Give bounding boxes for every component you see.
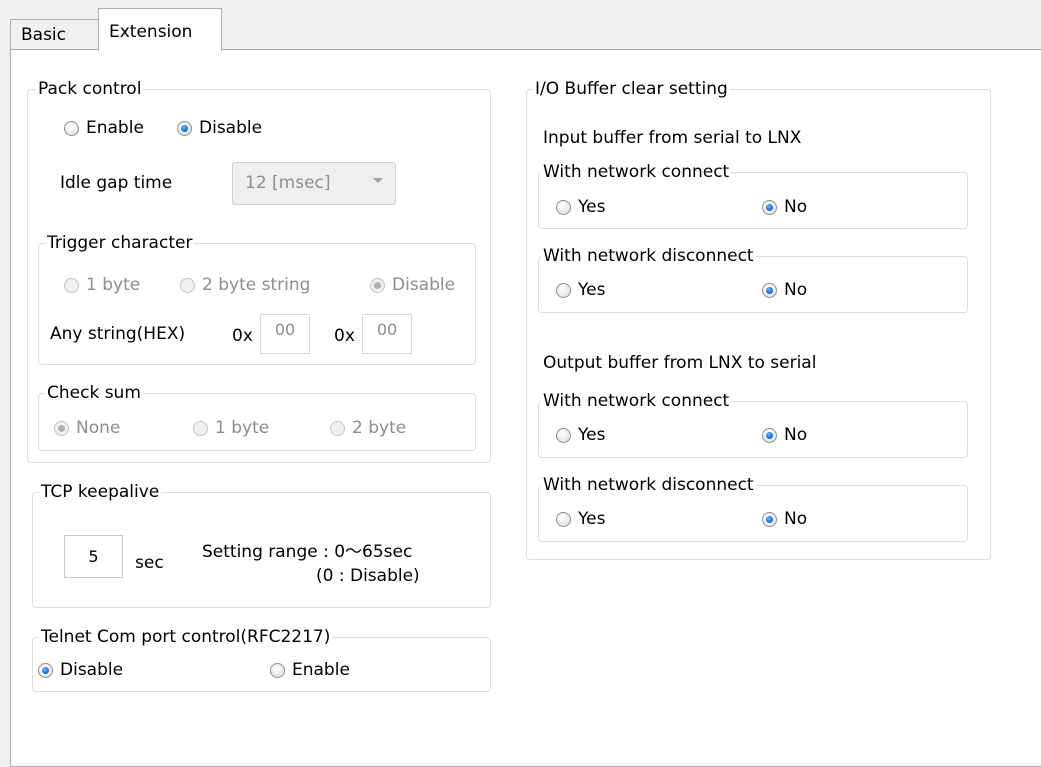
trigger-disable-label: Disable	[392, 275, 456, 295]
radio-unchecked-icon	[330, 420, 345, 436]
pack-control-enable-label: Enable	[86, 118, 144, 138]
radio-unchecked-icon	[64, 277, 79, 293]
telnet-enable-label: Enable	[292, 660, 350, 680]
input-disconnect-no-label: No	[784, 280, 808, 300]
trigger-disable-radio[interactable]: Disable	[370, 275, 455, 295]
radio-checked-icon	[54, 420, 69, 436]
radio-unchecked-icon	[556, 199, 571, 215]
checksum-1byte-radio[interactable]: 1 byte	[193, 418, 269, 438]
input-connect-yes-radio[interactable]: Yes	[556, 197, 605, 217]
keepalive-value: 5	[88, 547, 99, 566]
checksum-2byte-label: 2 byte	[352, 418, 407, 438]
output-connect-yes-label: Yes	[578, 425, 606, 445]
radio-unchecked-icon	[556, 282, 571, 298]
pack-control-disable-radio[interactable]: Disable	[177, 118, 262, 138]
radio-unchecked-icon	[556, 511, 571, 527]
output-buffer-heading: Output buffer from LNX to serial	[543, 353, 817, 373]
hex-input-2-value: 00	[376, 320, 398, 339]
tab-basic[interactable]: Basic	[10, 19, 100, 50]
hex-input-1-value: 00	[274, 320, 296, 339]
input-connect-no-label: No	[784, 197, 808, 217]
radio-checked-icon	[177, 120, 192, 136]
input-connect-yes-label: Yes	[578, 197, 606, 217]
pack-control-title: Pack control	[36, 78, 144, 100]
telnet-title: Telnet Com port control(RFC2217)	[39, 626, 333, 648]
checksum-1byte-label: 1 byte	[215, 418, 270, 438]
output-disconnect-yes-label: Yes	[578, 509, 606, 529]
input-buffer-heading: Input buffer from serial to LNX	[543, 128, 802, 148]
input-disconnect-yes-label: Yes	[578, 280, 606, 300]
output-disconnect-no-radio[interactable]: No	[762, 509, 807, 529]
pack-control-disable-label: Disable	[199, 118, 263, 138]
input-connect-title: With network connect	[541, 161, 732, 183]
checksum-2byte-radio[interactable]: 2 byte	[330, 418, 406, 438]
hex-prefix-1: 0x	[232, 326, 253, 346]
radio-checked-icon	[762, 282, 777, 298]
tcp-keepalive-title: TCP keepalive	[39, 481, 162, 503]
input-disconnect-yes-radio[interactable]: Yes	[556, 280, 605, 300]
input-connect-no-radio[interactable]: No	[762, 197, 807, 217]
idle-gap-label: Idle gap time	[60, 173, 173, 193]
trigger-character-title: Trigger character	[45, 232, 195, 254]
chevron-down-icon	[373, 178, 383, 183]
output-connect-no-radio[interactable]: No	[762, 425, 807, 445]
check-sum-title: Check sum	[45, 382, 143, 404]
output-disconnect-no-label: No	[784, 509, 808, 529]
checksum-none-label: None	[76, 418, 121, 438]
input-disconnect-no-radio[interactable]: No	[762, 280, 807, 300]
radio-unchecked-icon	[270, 662, 285, 678]
radio-checked-icon	[370, 277, 385, 293]
io-buffer-title: I/O Buffer clear setting	[533, 78, 730, 100]
output-disconnect-yes-radio[interactable]: Yes	[556, 509, 605, 529]
hex-input-2[interactable]: 00	[362, 314, 412, 354]
radio-checked-icon	[762, 199, 777, 215]
any-string-label: Any string(HEX)	[50, 324, 186, 344]
radio-checked-icon	[38, 662, 53, 678]
telnet-disable-label: Disable	[60, 660, 124, 680]
input-disconnect-title: With network disconnect	[541, 245, 756, 267]
setting-range-note: (0 : Disable)	[316, 566, 420, 586]
idle-gap-select[interactable]: 12 [msec]	[232, 162, 396, 205]
tab-basic-label: Basic	[21, 25, 67, 45]
output-connect-yes-radio[interactable]: Yes	[556, 425, 605, 445]
radio-unchecked-icon	[64, 120, 79, 136]
hex-input-1[interactable]: 00	[260, 314, 310, 354]
checksum-none-radio[interactable]: None	[54, 418, 120, 438]
output-disconnect-title: With network disconnect	[541, 474, 756, 496]
setting-range-label: Setting range : 0〜65sec	[202, 542, 413, 562]
trigger-1byte-radio[interactable]: 1 byte	[64, 275, 140, 295]
keepalive-unit: sec	[135, 553, 164, 573]
pack-control-enable-radio[interactable]: Enable	[64, 118, 144, 138]
radio-unchecked-icon	[180, 277, 195, 293]
telnet-enable-radio[interactable]: Enable	[270, 660, 350, 680]
trigger-1byte-label: 1 byte	[86, 275, 141, 295]
radio-unchecked-icon	[556, 427, 571, 443]
radio-checked-icon	[762, 427, 777, 443]
output-connect-title: With network connect	[541, 390, 732, 412]
radio-unchecked-icon	[193, 420, 208, 436]
radio-checked-icon	[762, 511, 777, 527]
telnet-disable-radio[interactable]: Disable	[38, 660, 123, 680]
trigger-2byte-label: 2 byte string	[202, 275, 311, 295]
keepalive-input[interactable]: 5	[64, 535, 123, 578]
trigger-2byte-radio[interactable]: 2 byte string	[180, 275, 310, 295]
output-connect-no-label: No	[784, 425, 808, 445]
tab-extension[interactable]: Extension	[98, 8, 222, 51]
tab-extension-label: Extension	[109, 22, 193, 42]
hex-prefix-2: 0x	[334, 326, 355, 346]
idle-gap-value: 12 [msec]	[245, 173, 331, 193]
